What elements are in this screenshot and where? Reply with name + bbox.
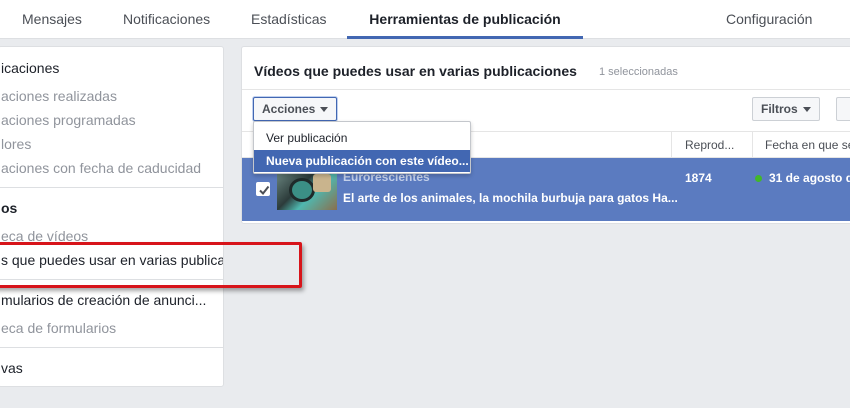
tab-herramientas-de-publicacion[interactable]: Herramientas de publicación <box>347 0 583 39</box>
acciones-label: Acciones <box>262 102 316 116</box>
top-navigation: Mensajes Notificaciones Estadísticas Her… <box>0 0 850 39</box>
sidebar-item-publicaciones[interactable]: icaciones <box>1 60 59 76</box>
tab-configuracion[interactable]: Configuración <box>726 0 812 39</box>
status-dot-icon <box>755 175 762 182</box>
video-date: 31 de agosto d <box>769 171 850 185</box>
sidebar-section-videos[interactable]: os <box>1 200 17 216</box>
acciones-button[interactable]: Acciones <box>253 97 338 121</box>
sidebar-item-vas[interactable]: vas <box>1 360 23 376</box>
column-separator <box>671 132 672 158</box>
thumbnail-shape <box>313 174 331 192</box>
checkmark-icon <box>259 185 270 196</box>
row-checkbox[interactable] <box>256 182 270 196</box>
selected-count: 1 seleccionadas <box>599 66 678 78</box>
more-options-button[interactable] <box>836 97 850 121</box>
tab-estadisticas[interactable]: Estadísticas <box>251 0 326 39</box>
filtros-label: Filtros <box>761 102 798 116</box>
sidebar-item-borradores[interactable]: lores <box>1 136 31 152</box>
sidebar-item-formularios-anuncios[interactable]: mularios de creación de anunci... <box>1 292 206 308</box>
sidebar-item-publicaciones-programadas[interactable]: aciones programadas <box>1 112 136 128</box>
tab-mensajes[interactable]: Mensajes <box>22 0 82 39</box>
sidebar-divider <box>0 187 223 188</box>
menu-item-nueva-publicacion[interactable]: Nueva publicación con este vídeo... <box>254 150 470 172</box>
filtros-button[interactable]: Filtros <box>752 97 820 121</box>
sidebar-item-publicaciones-caducidad[interactable]: aciones con fecha de caducidad <box>1 160 201 176</box>
page-title: Vídeos que puedes usar en varias publica… <box>254 63 577 79</box>
column-header-fecha[interactable]: Fecha en que se <box>765 132 850 158</box>
column-header-reproducciones[interactable]: Reprod... <box>685 132 734 158</box>
title-divider <box>242 89 850 90</box>
chevron-down-icon <box>320 107 329 113</box>
sidebar-divider <box>0 347 223 348</box>
chevron-down-icon <box>802 107 811 113</box>
sidebar: icaciones aciones realizadas aciones pro… <box>0 46 224 387</box>
column-separator <box>752 132 753 158</box>
sidebar-divider <box>0 279 223 280</box>
acciones-dropdown-menu: Ver publicación Nueva publicación con es… <box>253 121 471 174</box>
sidebar-item-videos-varias-publicaciones[interactable]: s que puedes usar en varias publicacione… <box>1 252 223 268</box>
sidebar-item-biblioteca-videos[interactable]: eca de vídeos <box>1 228 88 244</box>
thumbnail-shape <box>289 178 315 202</box>
sidebar-item-publicaciones-realizadas[interactable]: aciones realizadas <box>1 88 117 104</box>
video-views: 1874 <box>685 171 712 185</box>
video-thumbnail[interactable] <box>277 170 337 210</box>
video-description[interactable]: El arte de los animales, la mochila burb… <box>343 191 678 205</box>
menu-item-ver-publicacion[interactable]: Ver publicación <box>254 127 470 149</box>
tab-notificaciones[interactable]: Notificaciones <box>123 0 210 39</box>
sidebar-item-biblioteca-formularios[interactable]: eca de formularios <box>1 320 116 336</box>
